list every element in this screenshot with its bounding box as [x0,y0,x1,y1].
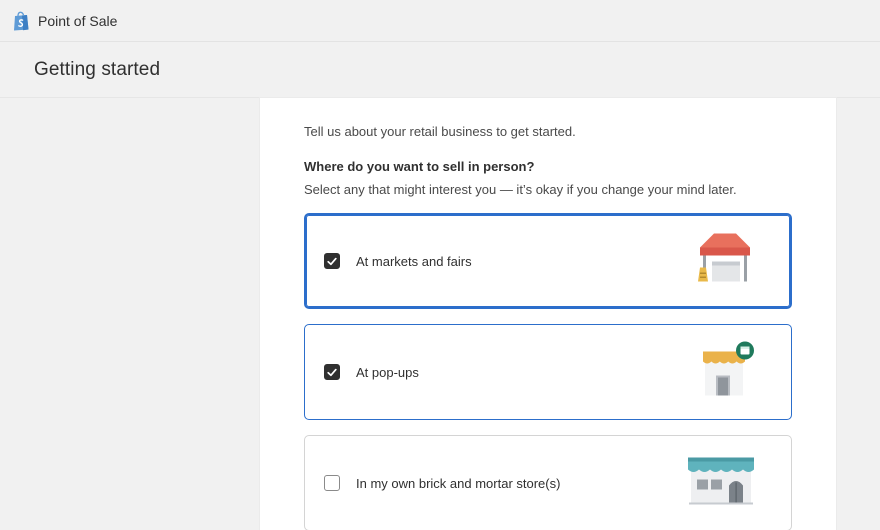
market-tent-icon [696,232,754,291]
hint-text: Select any that might interest you — it’… [304,182,737,197]
intro-text: Tell us about your retail business to ge… [304,124,576,139]
app-title: Point of Sale [38,12,118,29]
checkbox-unchecked-icon[interactable] [324,475,340,491]
option-label: At markets and fairs [356,253,472,269]
shopify-bag-icon [12,11,30,31]
option-markets-and-fairs[interactable]: At markets and fairs [304,213,792,309]
page-title: Getting started [34,58,161,80]
onboarding-card: Tell us about your retail business to ge… [260,98,836,530]
page-header: Getting started [0,42,880,98]
option-label: In my own brick and mortar store(s) [356,475,561,491]
option-brick-and-mortar[interactable]: In my own brick and mortar store(s) [304,435,792,530]
option-label: At pop-ups [356,364,419,380]
popup-shop-icon [699,341,755,403]
checkbox-checked-icon[interactable] [324,253,340,269]
storefront-icon [687,456,755,511]
question-heading: Where do you want to sell in person? [304,159,535,174]
checkbox-checked-icon[interactable] [324,364,340,380]
option-pop-ups[interactable]: At pop-ups [304,324,792,420]
top-bar: Point of Sale [0,0,880,42]
